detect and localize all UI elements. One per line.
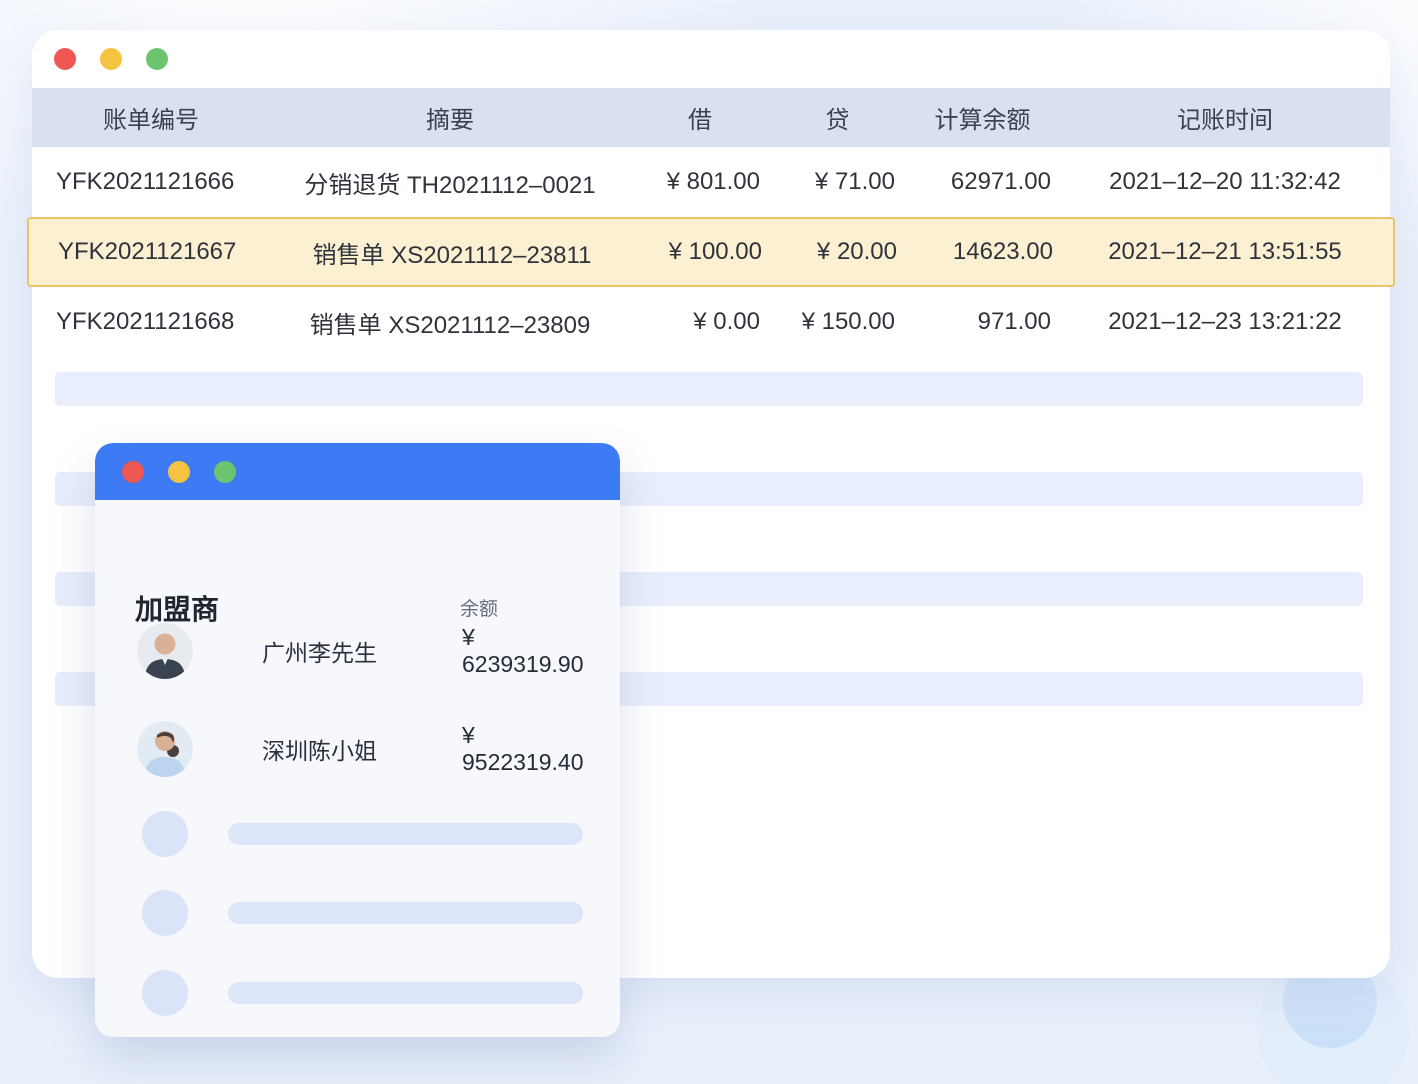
table-row[interactable]: YFK2021121666 分销退货 TH2021112–0021 ¥ 801.… xyxy=(32,147,1390,217)
text-placeholder-bar xyxy=(228,902,583,924)
column-header-balance: 计算余额 xyxy=(905,100,1060,135)
avatar-placeholder-circle xyxy=(142,811,188,857)
text-placeholder-bar xyxy=(228,982,583,1004)
minimize-icon[interactable] xyxy=(100,48,122,70)
table-header-row: 账单编号摘要借贷计算余额记账时间 xyxy=(32,88,1390,147)
member-name: 深圳陈小姐 xyxy=(262,732,377,766)
cell-time: 2021–12–21 13:51:55 xyxy=(1062,238,1388,266)
column-header-summary: 摘要 xyxy=(270,100,630,135)
cell-balance: 62971.00 xyxy=(905,168,1060,196)
column-header-credit: 贷 xyxy=(770,100,905,135)
member-row[interactable]: 深圳陈小姐 ¥ 9522319.40 xyxy=(135,720,600,778)
zoom-icon[interactable] xyxy=(214,461,236,483)
traffic-lights xyxy=(54,48,168,70)
table-row[interactable]: YFK2021121667 销售单 XS2021112–23811 ¥ 100.… xyxy=(27,217,1395,287)
zoom-icon[interactable] xyxy=(146,48,168,70)
cell-bill-no: YFK2021121668 xyxy=(32,308,270,336)
cell-credit: ¥ 150.00 xyxy=(770,308,905,336)
minimize-icon[interactable] xyxy=(168,461,190,483)
member-row[interactable]: 广州李先生 ¥ 6239319.90 xyxy=(135,622,600,680)
member-name: 广州李先生 xyxy=(262,634,377,668)
cell-credit: ¥ 71.00 xyxy=(770,168,905,196)
cell-debit: ¥ 801.00 xyxy=(630,168,770,196)
balance-column-label: 余额 xyxy=(460,594,498,621)
card-body: 加盟商 余额 广州李先生¥ 6239319.90深圳陈小姐¥ 9522319.4… xyxy=(95,500,620,1037)
text-placeholder-bar xyxy=(228,823,583,845)
loading-member-placeholder xyxy=(142,970,583,1016)
member-balance: ¥ 6239319.90 xyxy=(462,624,600,678)
cell-bill-no: YFK2021121667 xyxy=(34,238,272,266)
female-portrait-avatar xyxy=(137,721,193,777)
avatar-placeholder-circle xyxy=(142,890,188,936)
table-body: YFK2021121666 分销退货 TH2021112–0021 ¥ 801.… xyxy=(32,147,1390,357)
window-titlebar xyxy=(32,30,1390,88)
cell-summary: 销售单 XS2021112–23809 xyxy=(270,305,630,340)
close-icon[interactable] xyxy=(54,48,76,70)
column-header-time: 记账时间 xyxy=(1060,100,1390,135)
cell-balance: 14623.00 xyxy=(907,238,1062,266)
cell-debit: ¥ 0.00 xyxy=(630,308,770,336)
loading-member-placeholder xyxy=(142,890,583,936)
close-icon[interactable] xyxy=(122,461,144,483)
male-portrait-avatar xyxy=(137,623,193,679)
franchisee-card: 加盟商 余额 广州李先生¥ 6239319.90深圳陈小姐¥ 9522319.4… xyxy=(95,443,620,1037)
loading-member-placeholder xyxy=(142,811,583,857)
cell-time: 2021–12–20 11:32:42 xyxy=(1060,168,1390,196)
cell-debit: ¥ 100.00 xyxy=(632,238,772,266)
cell-time: 2021–12–23 13:21:22 xyxy=(1060,308,1390,336)
cell-credit: ¥ 20.00 xyxy=(772,238,907,266)
cell-balance: 971.00 xyxy=(905,308,1060,336)
loading-row-placeholder xyxy=(55,372,1363,406)
member-balance: ¥ 9522319.40 xyxy=(462,722,600,776)
cell-bill-no: YFK2021121666 xyxy=(32,168,270,196)
column-header-bill-no: 账单编号 xyxy=(32,100,270,135)
table-row[interactable]: YFK2021121668 销售单 XS2021112–23809 ¥ 0.00… xyxy=(32,287,1390,357)
traffic-lights xyxy=(122,461,236,483)
cell-summary: 销售单 XS2021112–23811 xyxy=(272,235,632,270)
cell-summary: 分销退货 TH2021112–0021 xyxy=(270,165,630,200)
card-titlebar xyxy=(95,443,620,500)
column-header-debit: 借 xyxy=(630,100,770,135)
avatar-placeholder-circle xyxy=(142,970,188,1016)
